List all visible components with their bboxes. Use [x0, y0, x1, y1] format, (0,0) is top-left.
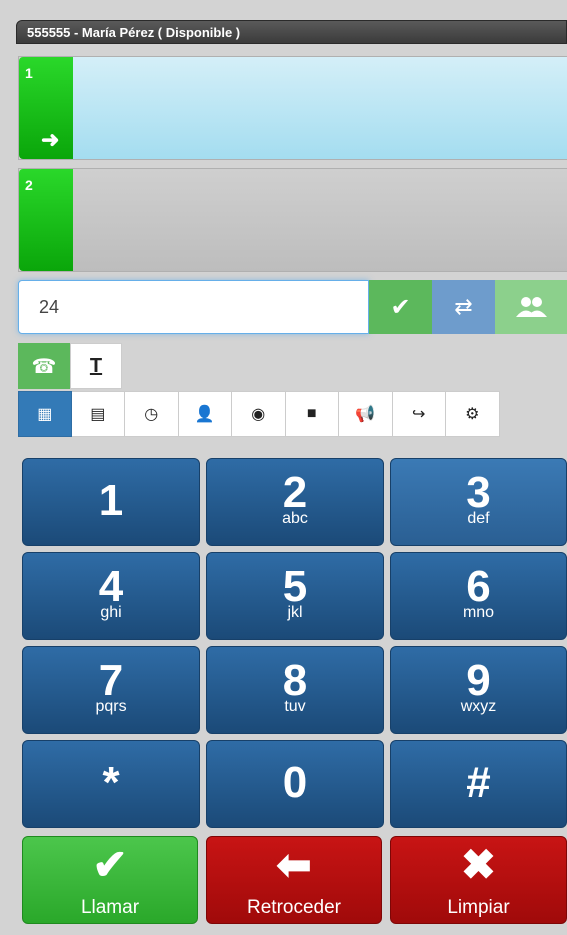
phone-icon: ☎	[31, 355, 57, 378]
key-digit: 2	[282, 468, 308, 517]
key-digit: 3	[466, 468, 491, 517]
transfer-icon: ⇄	[454, 294, 473, 319]
arrow-left-icon: ⬅	[276, 841, 312, 888]
key-digit: 9	[466, 656, 491, 705]
chat-icon: ■	[306, 405, 317, 422]
keypad-tab[interactable]: ▦	[18, 391, 72, 437]
key-digit: 1	[98, 476, 124, 525]
key-7[interactable]: 7 pqrs	[22, 646, 200, 734]
key-1[interactable]: 1	[22, 458, 200, 546]
key-9[interactable]: 9 wxyz	[390, 646, 567, 734]
confirm-button[interactable]: ✔	[369, 280, 432, 334]
toolbar: ▦ ▤ ◷ 👤 ◉ ■ 📢 ↪ ⚙	[18, 391, 500, 437]
dial-number-input[interactable]: 24	[18, 280, 369, 334]
megaphone-icon: 📢	[355, 406, 376, 423]
web-tab[interactable]: ◉	[232, 391, 286, 437]
history-tab[interactable]: ◷	[125, 391, 179, 437]
arrow-right-icon: ➜	[41, 127, 60, 152]
line-2-body[interactable]	[73, 169, 567, 271]
line-2-tab[interactable]: 2	[19, 169, 73, 271]
key-6[interactable]: 6 mno	[390, 552, 567, 640]
close-icon: ✖	[460, 841, 497, 888]
check-icon: ✔	[390, 293, 411, 321]
key-digit: #	[466, 758, 491, 807]
contacts-tab[interactable]: 👤	[178, 391, 232, 437]
key-digit: 8	[282, 656, 308, 705]
dial-row: 24 ✔ ⇄	[18, 280, 567, 334]
agent-status-title: 555555 - María Pérez ( Disponible )	[16, 20, 567, 44]
share-tab[interactable]: ↪	[392, 391, 446, 437]
conference-button[interactable]	[495, 280, 567, 334]
check-icon: ✔	[92, 841, 128, 888]
clear-button[interactable]: ✖ Limpiar	[390, 836, 567, 924]
key-digit: 7	[98, 656, 124, 705]
line-1-tab[interactable]: 1 ➜	[19, 57, 73, 159]
key-letters: ghi	[100, 604, 122, 621]
softphone-panel: 555555 - María Pérez ( Disponible ) 1 ➜ …	[16, 0, 567, 935]
transfer-button[interactable]: ⇄	[432, 280, 495, 334]
key-digit: 0	[282, 758, 308, 807]
settings-tab[interactable]: ⚙	[446, 391, 500, 437]
key-5[interactable]: 5 jkl	[206, 552, 384, 640]
campaign-tab[interactable]: 📢	[339, 391, 393, 437]
key-letters: tuv	[284, 698, 306, 715]
conference-icon	[516, 297, 547, 317]
key-digit: 5	[282, 562, 308, 611]
key-2[interactable]: 2 abc	[206, 458, 384, 546]
backspace-button[interactable]: ⬅ Retroceder	[206, 836, 382, 924]
key-letters: jkl	[287, 604, 303, 621]
line-2-number: 2	[25, 177, 33, 193]
key-0[interactable]: 0	[206, 740, 384, 828]
clear-label: Limpiar	[447, 897, 510, 918]
key-letters: wxyz	[460, 698, 497, 715]
key-letters: abc	[282, 510, 308, 527]
phone-mode-tab[interactable]: ☎	[18, 343, 70, 389]
line-1-body[interactable]	[73, 57, 567, 159]
key-star[interactable]: *	[22, 740, 200, 828]
call-button[interactable]: ✔ Llamar	[22, 836, 198, 924]
text-icon: T	[89, 354, 103, 377]
list-tab[interactable]: ▤	[71, 391, 125, 437]
share-icon: ↪	[412, 406, 426, 423]
key-digit: 6	[466, 562, 491, 611]
key-hash[interactable]: #	[390, 740, 567, 828]
key-8[interactable]: 8 tuv	[206, 646, 384, 734]
globe-icon: ◉	[251, 406, 266, 423]
chat-tab[interactable]: ■	[285, 391, 339, 437]
line-1[interactable]: 1 ➜	[18, 56, 567, 160]
line-2[interactable]: 2	[18, 168, 567, 272]
text-mode-tab[interactable]: T	[70, 343, 122, 389]
key-letters: pqrs	[95, 698, 127, 715]
line-1-number: 1	[25, 65, 33, 81]
user-icon: 👤	[194, 406, 215, 423]
clock-icon: ◷	[144, 406, 159, 423]
list-icon: ▤	[90, 406, 106, 423]
key-3[interactable]: 3 def	[390, 458, 567, 546]
key-digit: 4	[98, 562, 124, 611]
backspace-label: Retroceder	[247, 897, 341, 918]
key-4[interactable]: 4 ghi	[22, 552, 200, 640]
call-label: Llamar	[80, 897, 140, 918]
key-letters: mno	[462, 604, 495, 621]
key-letters: def	[467, 510, 490, 527]
key-digit: *	[102, 758, 120, 807]
keypad-icon: ▦	[37, 406, 53, 423]
gear-icon: ⚙	[465, 406, 480, 423]
